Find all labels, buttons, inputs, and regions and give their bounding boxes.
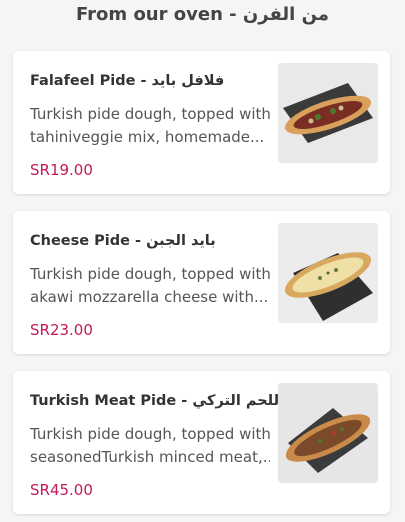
menu-item-card[interactable]: Falafeel Pide - فلافل بايد Turkish pide … — [13, 51, 390, 194]
menu-item-card[interactable]: Turkish Meat Pide - بايد اللحم التركي Tu… — [13, 371, 390, 514]
menu-item-description: Turkish pide dough, topped with seasoned… — [30, 423, 270, 469]
menu-item-description: Turkish pide dough, topped with tahinive… — [30, 103, 270, 149]
menu-item-description-line: akawi mozzarella cheese with... — [30, 288, 269, 306]
falafel-pide-image[interactable] — [278, 63, 378, 163]
menu-item-price: SR45.00 — [30, 481, 93, 499]
menu-item-price: SR19.00 — [30, 161, 93, 179]
cheese-pide-image[interactable] — [278, 223, 378, 323]
menu-item-description-line: Turkish pide dough, topped with — [30, 425, 270, 443]
menu-item-name: Falafeel Pide - فلافل بايد — [30, 73, 225, 89]
menu-item-description-line: tahiniveggie mix, homemade... — [30, 128, 265, 146]
menu-item-name: Turkish Meat Pide - بايد اللحم التركي — [30, 393, 314, 409]
menu-item-description: Turkish pide dough, topped with akawi mo… — [30, 263, 270, 309]
menu-item-description-line: seasonedTurkish minced meat,... — [30, 448, 270, 466]
menu-item-description-line: Turkish pide dough, topped with — [30, 265, 270, 283]
menu-item-price: SR23.00 — [30, 321, 93, 339]
menu-item-card[interactable]: Cheese Pide - بايد الجبن Turkish pide do… — [13, 211, 390, 354]
meat-pide-image[interactable] — [278, 383, 378, 483]
menu-item-description-line: Turkish pide dough, topped with — [30, 105, 270, 123]
menu-item-name: Cheese Pide - بايد الجبن — [30, 233, 216, 249]
section-title: From our oven - من الفرن — [76, 4, 329, 25]
